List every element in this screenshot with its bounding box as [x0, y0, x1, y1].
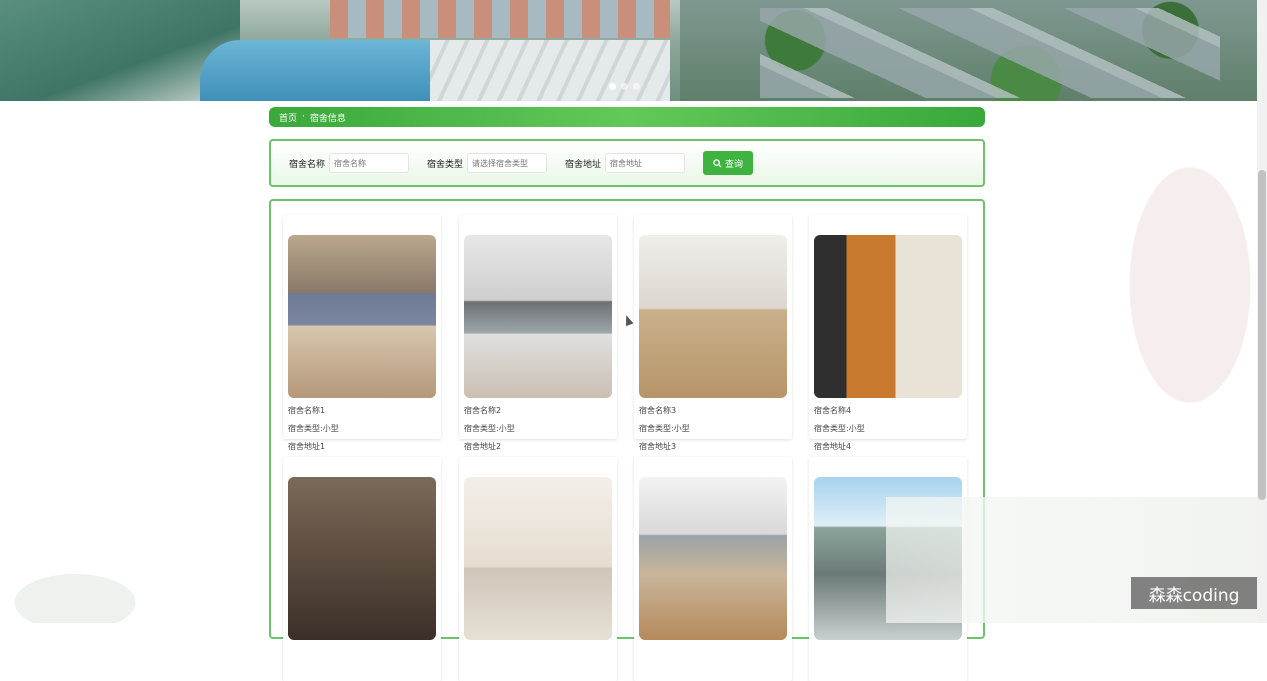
- dorm-card[interactable]: 宿舍名称2 宿舍类型:小型 宿舍地址2: [459, 215, 617, 451]
- dorm-address: 宿舍地址1: [288, 442, 326, 451]
- dorm-name: 宿舍名称3: [639, 406, 677, 415]
- breadcrumb-home[interactable]: 首页: [279, 111, 297, 124]
- carousel-indicators: [609, 83, 640, 90]
- dorm-image[interactable]: [639, 477, 787, 640]
- hero-banner[interactable]: [0, 0, 1257, 101]
- dorm-image[interactable]: [464, 477, 612, 640]
- search-button[interactable]: 查询: [703, 151, 754, 175]
- dorm-card[interactable]: 宿舍名称3 宿舍类型:小型 宿舍地址3: [634, 215, 792, 451]
- dorm-type: 宿舍类型:小型: [639, 424, 690, 433]
- dorm-type: 宿舍类型:小型: [288, 424, 339, 433]
- breadcrumb-current: 宿舍信息: [309, 113, 346, 124]
- breadcrumb: 首页 · 宿舍信息: [269, 107, 985, 127]
- banner-pond: [200, 40, 460, 101]
- dorm-card[interactable]: [283, 457, 441, 681]
- dorm-name: 宿舍名称2: [464, 406, 502, 415]
- address-field: 宿舍地址: [565, 153, 686, 173]
- dorm-type: 宿舍类型:小型: [814, 424, 865, 433]
- dorm-address: 宿舍地址2: [464, 442, 502, 451]
- carousel-dot-3[interactable]: [633, 83, 640, 90]
- dorm-card[interactable]: 宿舍名称1 宿舍类型:小型 宿舍地址1: [283, 215, 441, 451]
- dorm-image[interactable]: [639, 235, 787, 398]
- dorm-list: 宿舍名称1 宿舍类型:小型 宿舍地址1 宿舍名称2 宿舍类型:小型 宿舍地址2 …: [269, 199, 985, 681]
- background-decoration-right: [1100, 110, 1250, 460]
- dorm-name: 宿舍名称4: [814, 406, 852, 415]
- scrollbar-thumb[interactable]: [1258, 170, 1266, 500]
- page-scrollbar[interactable]: [1257, 0, 1267, 623]
- search-panel: 宿舍名称 宿舍类型 宿舍地址 查询: [269, 139, 985, 187]
- dorm-image[interactable]: [288, 235, 436, 398]
- background-decoration-left: [0, 520, 250, 623]
- carousel-dot-2[interactable]: [621, 83, 628, 90]
- dorm-info: 宿舍名称1 宿舍类型:小型 宿舍地址1: [288, 402, 339, 456]
- address-input[interactable]: [605, 153, 686, 173]
- name-input[interactable]: [329, 153, 410, 173]
- breadcrumb-separator: ·: [302, 112, 305, 122]
- dorm-image[interactable]: [464, 235, 612, 398]
- name-field: 宿舍名称: [289, 153, 410, 173]
- dorm-info: 宿舍名称2 宿舍类型:小型 宿舍地址2: [464, 402, 515, 456]
- dorm-card[interactable]: 宿舍名称4 宿舍类型:小型 宿舍地址4: [809, 215, 967, 451]
- banner-plaza: [430, 40, 670, 101]
- dorm-name: 宿舍名称1: [288, 406, 326, 415]
- banner-building-center: [330, 0, 670, 38]
- search-button-label: 查询: [725, 159, 744, 170]
- dorm-image[interactable]: [814, 235, 962, 398]
- dorm-type: 宿舍类型:小型: [464, 424, 515, 433]
- dorm-address: 宿舍地址4: [814, 442, 852, 451]
- dorm-info: 宿舍名称3 宿舍类型:小型 宿舍地址3: [639, 402, 690, 456]
- type-field: 宿舍类型: [427, 153, 548, 173]
- dorm-info: 宿舍名称4 宿舍类型:小型 宿舍地址4: [814, 402, 865, 456]
- type-label: 宿舍类型: [427, 159, 464, 170]
- banner-roofs: [760, 8, 1220, 98]
- type-select[interactable]: [467, 153, 548, 173]
- search-icon: [713, 158, 722, 168]
- dorm-card[interactable]: [634, 457, 792, 681]
- address-label: 宿舍地址: [565, 159, 602, 170]
- dorm-card[interactable]: [459, 457, 617, 681]
- name-label: 宿舍名称: [289, 159, 326, 170]
- carousel-dot-1[interactable]: [609, 83, 616, 90]
- dorm-image[interactable]: [288, 477, 436, 640]
- watermark: 森森coding: [1131, 577, 1257, 609]
- dorm-address: 宿舍地址3: [639, 442, 677, 451]
